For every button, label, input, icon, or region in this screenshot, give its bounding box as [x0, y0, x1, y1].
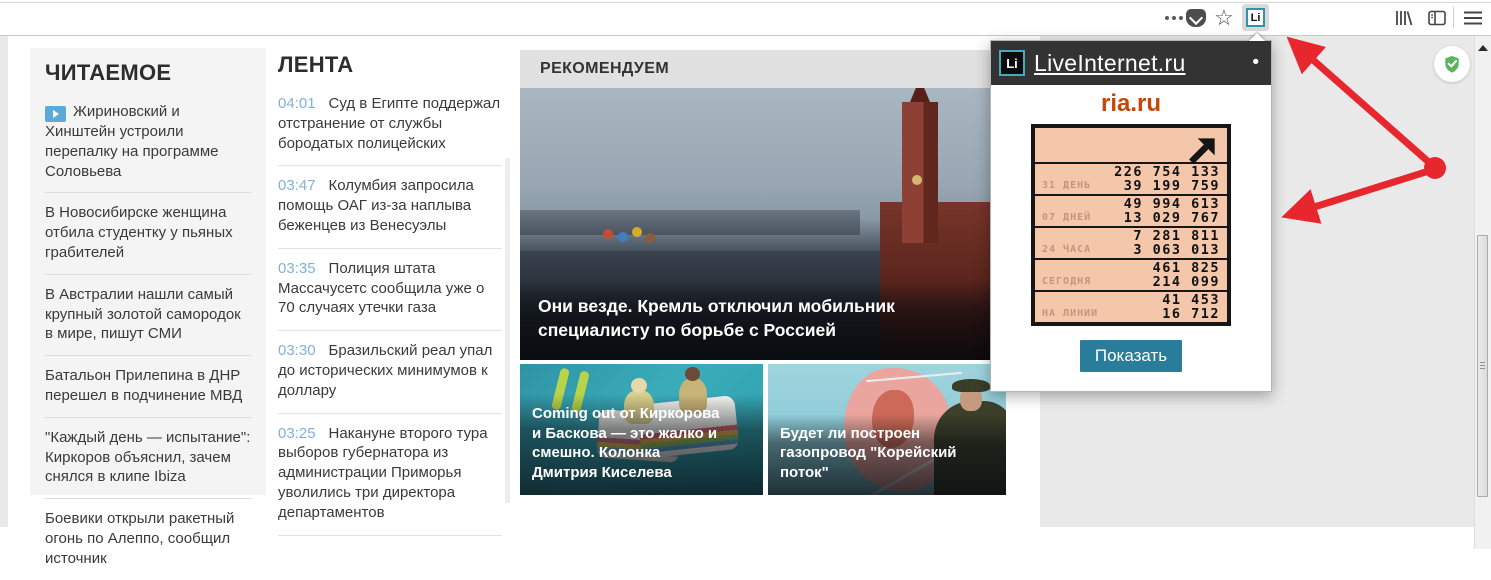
counter-row: 31 ДЕНЬ 226 754 133 39 199 759 — [1035, 162, 1227, 194]
counter-row: СЕГОДНЯ 461 825 214 099 — [1035, 258, 1227, 290]
main-story-caption: Они везде. Кремль отключил мобильник спе… — [520, 277, 1006, 360]
tracked-site-name: ria.ru — [1100, 90, 1162, 117]
feed-column: ЛЕНТА 04:01 Суд в Египте поддержал отстра… — [278, 48, 510, 536]
scrollbar-thumb[interactable] — [1477, 235, 1488, 497]
menu-hamburger-icon[interactable] — [1460, 0, 1486, 35]
liveinternet-logo-icon: Li — [999, 50, 1025, 76]
readable-item-text: В Австралии нашли самый крупный золотой … — [45, 285, 241, 343]
counter-row-label: НА ЛИНИИ — [1042, 308, 1099, 319]
adguard-shield-badge[interactable] — [1434, 46, 1470, 82]
pocket-icon[interactable] — [1184, 0, 1208, 35]
liveinternet-popup: Li LiveInternet.ru • ria.ru 31 ДЕНЬ 226 … — [990, 33, 1272, 392]
readable-item[interactable]: Жириновский и Хинштейн устроили перепалк… — [45, 92, 251, 194]
sidebar-glyph — [1428, 10, 1446, 25]
counter-row: 07 ДНЕЙ 49 994 613 13 029 767 — [1035, 194, 1227, 226]
kremlin-photo-skyline — [520, 210, 861, 235]
story-caption: Будет ли построен газопровод "Корейский … — [768, 413, 1006, 495]
scrollbar-up-arrow-icon[interactable] — [1478, 45, 1488, 51]
liveinternet-extension-button[interactable]: Li — [1242, 4, 1269, 31]
recommended-thumbnails: Coming out от Киркорова и Баскова — это … — [520, 364, 1006, 495]
readable-item[interactable]: "Каждый день — испытание": Киркоров объя… — [45, 418, 251, 500]
readable-item-text: Батальон Прилепина в ДНР перешел в подчи… — [45, 367, 243, 404]
toolbar-separator — [1453, 7, 1454, 28]
readable-item-text: "Каждый день — испытание": Киркоров объя… — [45, 428, 251, 486]
browser-toolbar: ☆ Li — [0, 0, 1491, 36]
counter-views: 461 825 — [1152, 260, 1220, 276]
feed-item[interactable]: 04:01 Суд в Египте поддержал отстранение … — [278, 84, 502, 167]
counter-views: 7 281 811 — [1133, 228, 1220, 244]
readable-item[interactable]: В Новосибирске женщина отбила студентку … — [45, 193, 251, 275]
sidebar-toggle-icon[interactable] — [1424, 0, 1450, 35]
feed-scrollbar[interactable] — [505, 158, 510, 503]
feed-item[interactable]: 03:35 Полиция штата Массачусетс сообщила … — [278, 249, 502, 332]
readable-item-text: В Новосибирске женщина отбила студентку … — [45, 204, 233, 261]
feed-item[interactable]: 03:30 Бразильский реал упал до историческ… — [278, 331, 502, 414]
visitor-counter-widget[interactable]: 31 ДЕНЬ 226 754 133 39 199 759 07 ДНЕЙ 4… — [1031, 124, 1231, 326]
library-icon[interactable] — [1390, 0, 1416, 35]
scrollbar-grip-icon — [1480, 362, 1485, 370]
counter-views: 226 754 133 — [1114, 164, 1220, 180]
popup-menu-dot[interactable]: • — [1252, 52, 1259, 74]
content-card: ЧИТАЕМОЕ Жириновский и Хинштейн устроили… — [8, 35, 1040, 567]
page-actions-icon[interactable] — [1156, 0, 1178, 35]
feed-item-time: 03:25 — [278, 424, 316, 442]
counter-row-label: СЕГОДНЯ — [1042, 276, 1092, 287]
kremlin-photo-clock — [911, 175, 922, 186]
hamburger-glyph — [1464, 11, 1482, 24]
feed-item-time: 03:35 — [278, 259, 316, 277]
story-caption: Coming out от Киркорова и Баскова — это … — [520, 393, 763, 495]
story-thumbnail[interactable]: Будет ли построен газопровод "Корейский … — [768, 364, 1006, 495]
readable-title: ЧИТАЕМОЕ — [45, 60, 172, 85]
story-caption-text: Будет ли построен газопровод "Корейский … — [780, 424, 957, 482]
counter-row-label: 24 ЧАСА — [1042, 244, 1092, 255]
liveinternet-brand-link[interactable]: LiveInternet.ru — [1034, 50, 1186, 77]
counter-views: 49 994 613 — [1123, 196, 1220, 212]
ellipsis-icon — [1165, 15, 1169, 20]
bookmark-star-icon[interactable]: ☆ — [1211, 0, 1237, 35]
counter-row: НА ЛИНИИ 41 453 16 712 — [1035, 290, 1227, 322]
kremlin-photo-tower — [901, 101, 938, 244]
video-play-icon — [45, 106, 66, 122]
readable-item[interactable]: В Австралии нашли самый крупный золотой … — [45, 275, 251, 357]
story-thumbnail[interactable]: Coming out от Киркорова и Баскова — это … — [520, 364, 763, 495]
readable-item[interactable]: Батальон Прилепина в ДНР перешел в подчи… — [45, 356, 251, 418]
main-story[interactable]: Они везде. Кремль отключил мобильник спе… — [520, 88, 1006, 360]
readable-item-text: Боевики открыли ракетный огонь по Алеппо… — [45, 510, 235, 567]
feed-item-time: 04:01 — [278, 95, 316, 112]
counter-arrow-row — [1035, 128, 1227, 164]
feed-item[interactable]: 03:47 Колумбия запросила помощь ОАГ из-за… — [278, 166, 502, 249]
liveinternet-icon: Li — [1246, 8, 1265, 27]
star-glyph: ☆ — [1214, 5, 1234, 30]
counter-row: 24 ЧАСА 7 281 811 3 063 013 — [1035, 226, 1227, 258]
counter-row-label: 07 ДНЕЙ — [1042, 212, 1092, 223]
map-photo-officer-cap — [952, 379, 990, 392]
recommended-title: РЕКОМЕНДУЕМ — [520, 50, 1006, 88]
readable-item[interactable]: Боевики открыли ракетный огонь по Алеппо… — [45, 499, 251, 579]
feed-item-time: 03:47 — [278, 177, 316, 195]
pocket-glyph — [1186, 8, 1206, 27]
library-glyph — [1396, 10, 1413, 25]
browser-scrollbar-track[interactable] — [1474, 35, 1491, 549]
shield-check-icon — [1445, 56, 1459, 73]
recommended-section: РЕКОМЕНДУЕМ Они везде. Кремль отключил м… — [520, 50, 1006, 495]
feed-item-time: 03:30 — [278, 342, 316, 360]
counter-row-label: 31 ДЕНЬ — [1042, 180, 1092, 191]
popup-anchor-notch — [1249, 33, 1265, 41]
feed-item[interactable]: 03:25 Накануне второго тура выборов губер… — [278, 414, 502, 536]
readable-item-text: Жириновский и Хинштейн устроили перепалк… — [45, 103, 219, 180]
popup-header: Li LiveInternet.ru • — [991, 41, 1271, 85]
counter-views: 41 453 — [1162, 292, 1220, 308]
readable-column: ЧИТАЕМОЕ Жириновский и Хинштейн устроили… — [30, 48, 266, 567]
show-button[interactable]: Показать — [1079, 340, 1183, 372]
story-caption-text: Coming out от Киркорова и Баскова — это … — [532, 404, 720, 482]
feed-title: ЛЕНТА — [278, 52, 354, 77]
